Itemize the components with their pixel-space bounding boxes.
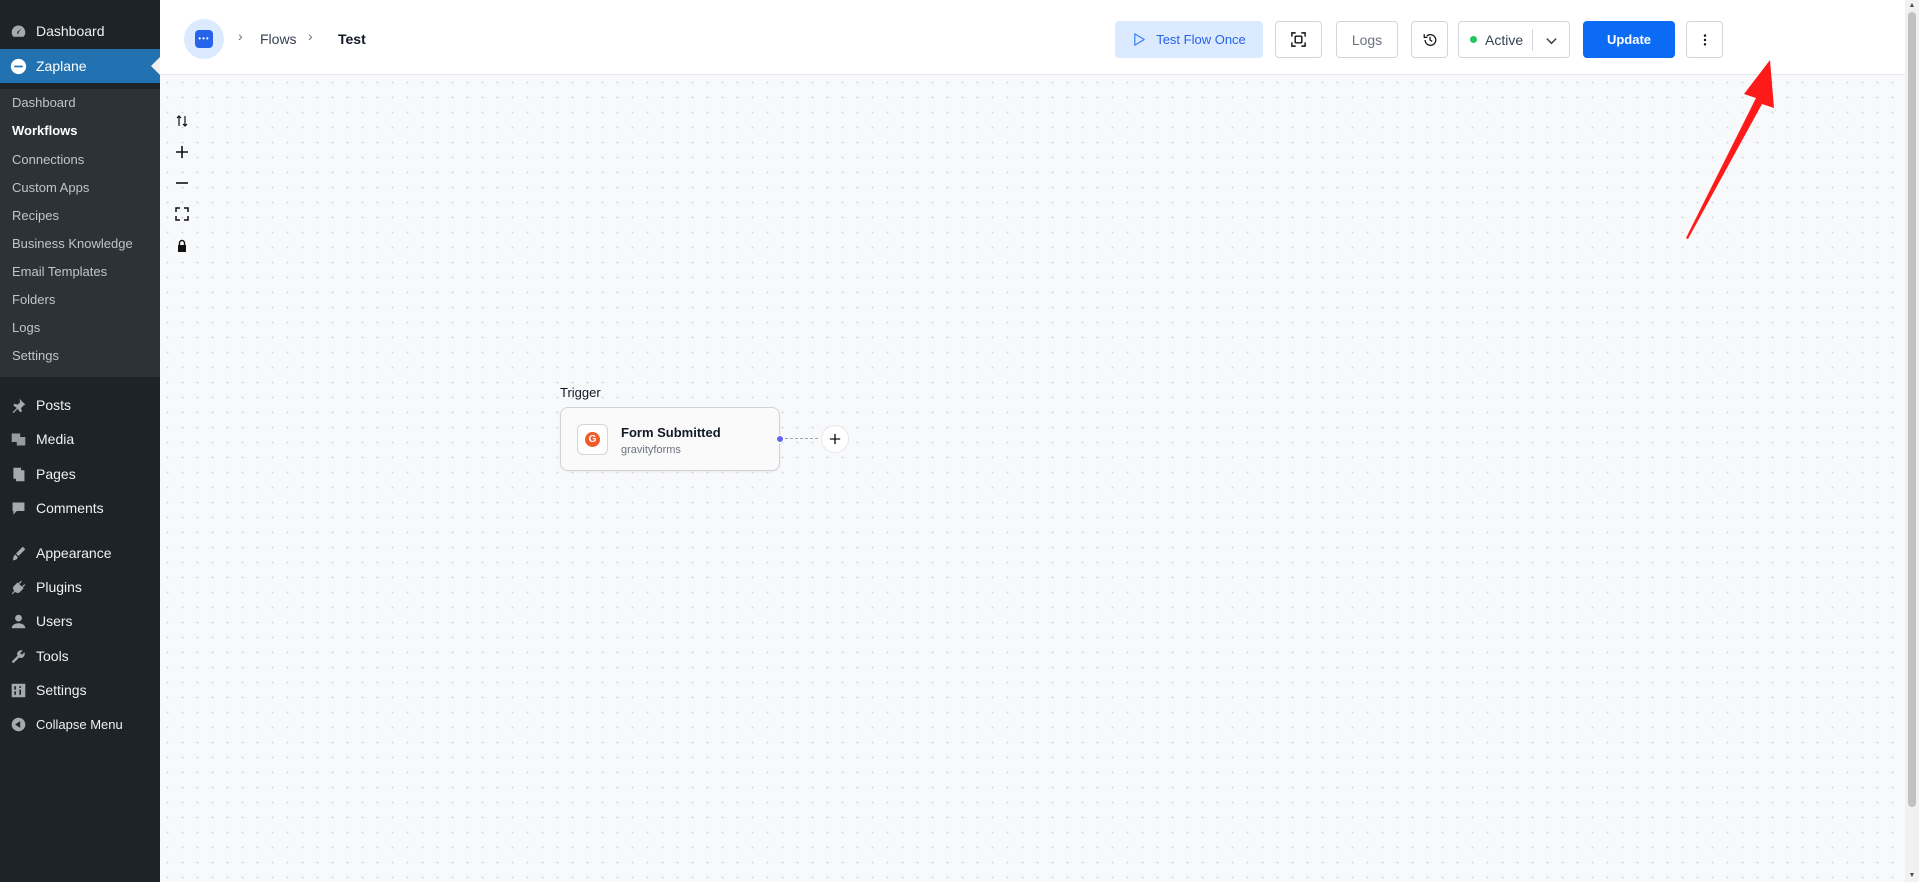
gravityforms-logo-icon: G <box>585 432 600 447</box>
plug-icon <box>8 577 28 597</box>
more-options-button[interactable] <box>1686 21 1723 58</box>
wp-menu-label: Posts <box>36 397 72 413</box>
capture-icon <box>1291 32 1306 47</box>
wp-menu-label: Comments <box>36 500 104 516</box>
logs-button[interactable]: Logs <box>1336 21 1398 58</box>
user-icon <box>8 611 28 631</box>
submenu-business-knowledge[interactable]: Business Knowledge <box>12 236 133 251</box>
submenu-recipes[interactable]: Recipes <box>12 208 59 223</box>
plus-icon <box>176 146 188 158</box>
more-vertical-icon <box>1703 33 1706 46</box>
wp-menu-comments[interactable]: Comments <box>0 491 160 525</box>
play-icon <box>1134 33 1145 46</box>
scroll-up-arrow-icon[interactable]: ▲ <box>1908 2 1916 10</box>
fit-view-button[interactable] <box>172 204 192 224</box>
status-active-dot <box>1470 36 1477 43</box>
update-label: Update <box>1606 32 1652 47</box>
wp-menu-posts[interactable]: Posts <box>0 388 160 422</box>
wp-admin-sidebar: Dashboard Zaplane Dashboard Workflows Co… <box>0 0 160 882</box>
wp-menu-collapse[interactable]: Collapse Menu <box>0 707 160 741</box>
swap-layout-button[interactable] <box>172 111 192 131</box>
wp-menu-appearance[interactable]: Appearance <box>0 536 160 570</box>
chevron-down-icon[interactable] <box>1541 30 1561 50</box>
test-flow-once-button[interactable]: Test Flow Once <box>1115 21 1263 58</box>
wp-menu-plugins[interactable]: Plugins <box>0 570 160 604</box>
scroll-down-arrow-icon[interactable]: ▼ <box>1908 872 1916 880</box>
node-output-handle[interactable] <box>776 435 784 443</box>
comment-icon <box>8 498 28 518</box>
sliders-icon <box>8 680 28 700</box>
wp-menu-settings[interactable]: Settings <box>0 673 160 707</box>
breadcrumb-current: Test <box>338 31 366 47</box>
test-flow-once-label: Test Flow Once <box>1156 32 1246 47</box>
logs-label: Logs <box>1351 31 1383 48</box>
submenu-settings[interactable]: Settings <box>12 348 59 363</box>
zaplane-logo-icon: ••• <box>195 30 213 48</box>
submenu-connections[interactable]: Connections <box>12 152 84 167</box>
wp-menu-label: Tools <box>36 648 69 664</box>
pin-icon <box>8 395 28 415</box>
zaplane-logo[interactable]: ••• <box>184 19 224 59</box>
wp-menu-label: Media <box>36 431 75 447</box>
pages-icon <box>8 464 28 484</box>
lock-button[interactable] <box>172 236 192 256</box>
add-step-button[interactable] <box>821 425 849 453</box>
swap-vertical-icon <box>176 115 188 127</box>
chevron-right-icon: › <box>238 28 243 44</box>
wp-menu-tools[interactable]: Tools <box>0 639 160 673</box>
wp-menu-media[interactable]: Media <box>0 422 160 456</box>
brush-icon <box>8 543 28 563</box>
wp-menu-label: Pages <box>36 466 76 482</box>
wp-menu-label: Appearance <box>36 545 112 561</box>
lock-icon <box>178 239 186 252</box>
collapse-arrow-icon <box>8 714 28 734</box>
breadcrumb-flows[interactable]: Flows <box>260 31 297 47</box>
chevron-right-icon: › <box>308 28 313 44</box>
update-button[interactable]: Update <box>1583 21 1675 58</box>
wp-menu-label: Dashboard <box>36 23 105 39</box>
fit-view-icon <box>175 207 189 221</box>
history-button[interactable] <box>1411 21 1448 58</box>
submenu-email-templates[interactable]: Email Templates <box>12 264 107 279</box>
plus-icon <box>829 433 841 445</box>
wp-menu-label: Plugins <box>36 579 82 595</box>
flow-canvas[interactable]: Trigger G Form Submitted gravityforms <box>160 75 1905 882</box>
wp-menu-pages[interactable]: Pages <box>0 457 160 491</box>
history-icon <box>1423 33 1436 46</box>
wp-menu-zaplane[interactable]: Zaplane <box>0 49 160 83</box>
zaplane-logo-icon <box>8 56 28 76</box>
wp-menu-label: Settings <box>36 682 87 698</box>
annotation-arrow-icon <box>1686 60 1774 239</box>
trigger-node[interactable]: G Form Submitted gravityforms <box>560 407 780 471</box>
zaplane-submenu: Dashboard Workflows Connections Custom A… <box>0 89 160 377</box>
wp-menu-users[interactable]: Users <box>0 604 160 638</box>
media-icon <box>8 429 28 449</box>
minus-icon <box>176 182 188 184</box>
node-title: Form Submitted <box>621 425 721 440</box>
connector-line <box>785 438 818 439</box>
submenu-workflows[interactable]: Workflows <box>12 123 78 138</box>
divider <box>1532 29 1533 51</box>
submenu-custom-apps[interactable]: Custom Apps <box>12 180 89 195</box>
scroll-thumb[interactable] <box>1908 12 1916 807</box>
gravityforms-app-icon: G <box>577 424 608 455</box>
trigger-section-label: Trigger <box>560 385 601 400</box>
status-label: Active <box>1485 31 1524 48</box>
wp-menu-label: Users <box>36 613 73 629</box>
zoom-out-button[interactable] <box>172 173 192 193</box>
zoom-in-button[interactable] <box>172 142 192 162</box>
node-app-name: gravityforms <box>621 444 681 456</box>
gauge-icon <box>8 21 28 41</box>
submenu-dashboard[interactable]: Dashboard <box>12 95 76 110</box>
submenu-logs[interactable]: Logs <box>12 320 40 335</box>
status-dropdown[interactable]: Active <box>1458 21 1570 58</box>
wp-menu-label: Collapse Menu <box>36 716 123 732</box>
wrench-icon <box>8 646 28 666</box>
wp-menu-dashboard[interactable]: Dashboard <box>0 14 160 48</box>
wp-menu-label: Zaplane <box>36 58 87 74</box>
submenu-folders[interactable]: Folders <box>12 292 55 307</box>
screenshot-button[interactable] <box>1275 21 1322 58</box>
page-scrollbar[interactable]: ▲ ▼ <box>1905 0 1919 882</box>
